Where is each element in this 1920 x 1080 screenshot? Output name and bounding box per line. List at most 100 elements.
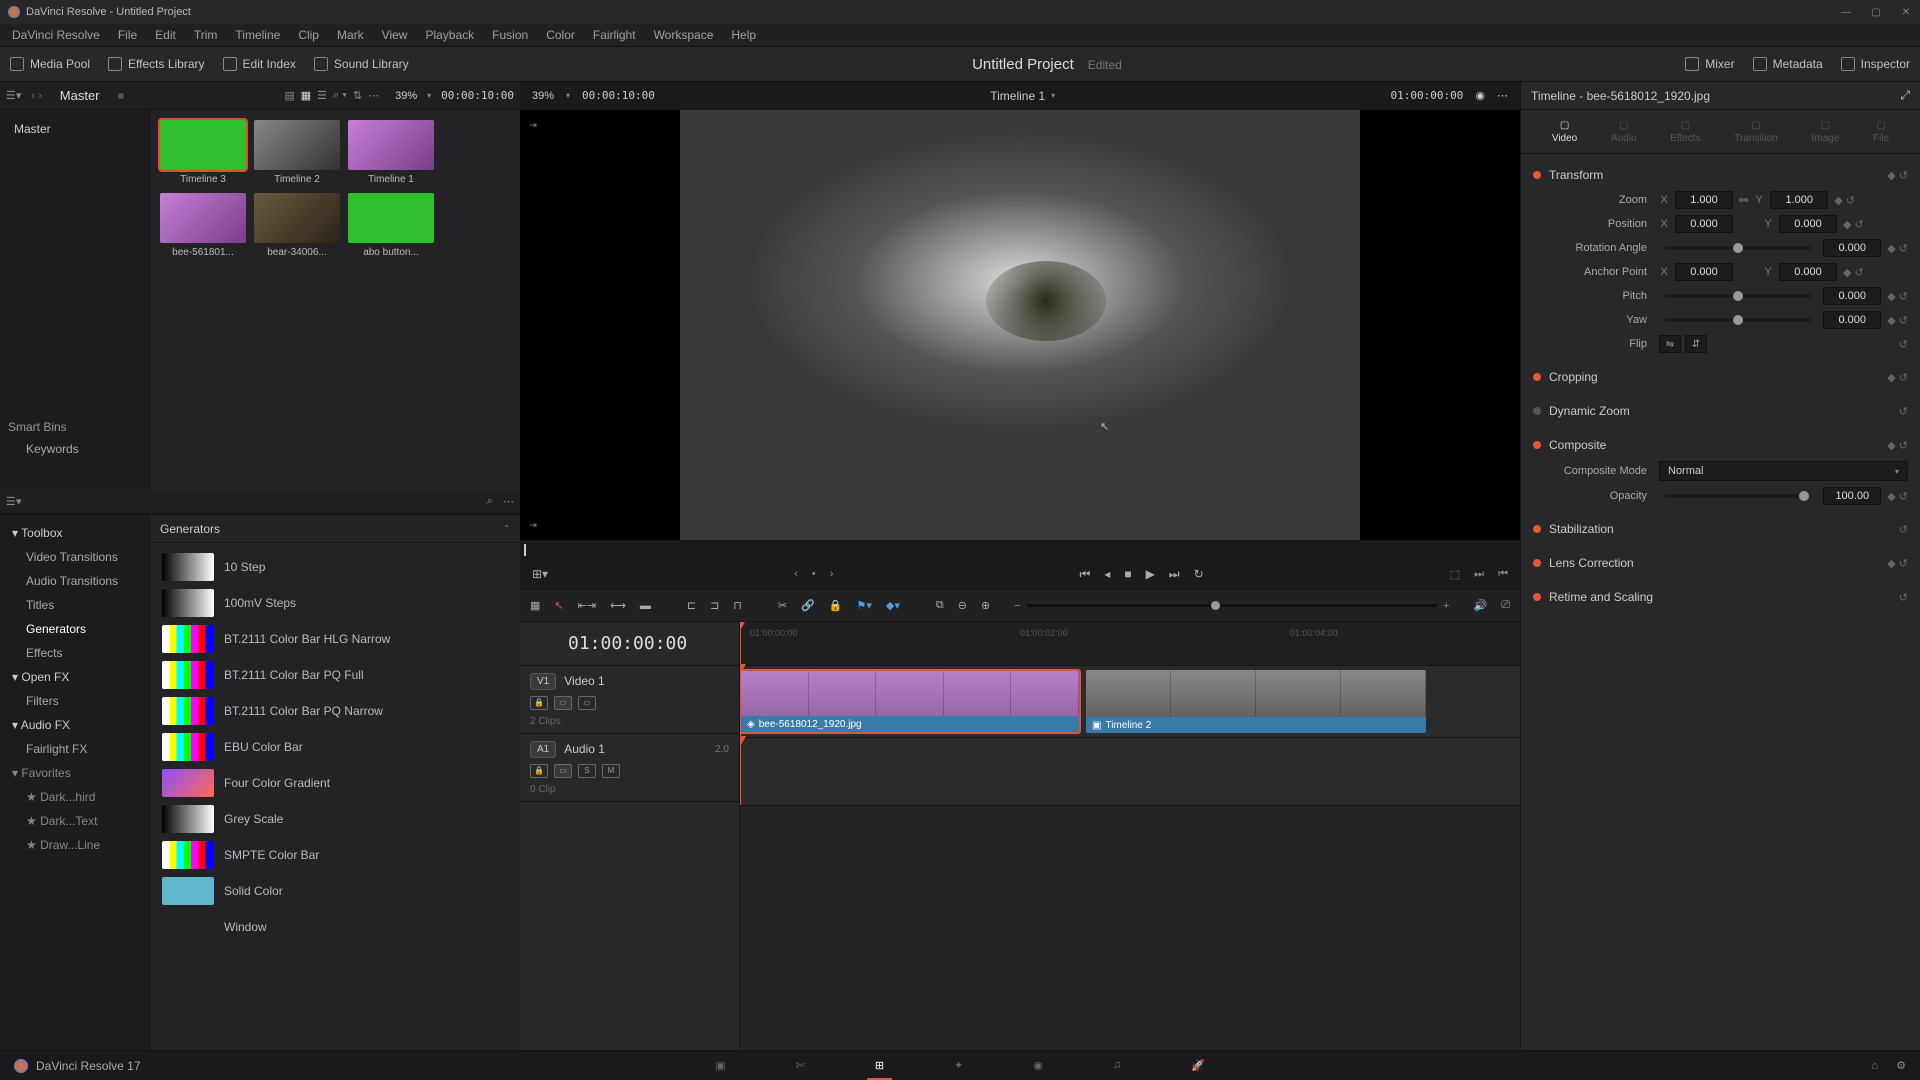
- in-icon[interactable]: ⏮: [1498, 568, 1508, 581]
- inspector-tab-effects[interactable]: ▢Effects: [1670, 120, 1700, 144]
- lens-header[interactable]: Lens Correction◆ ↺: [1533, 550, 1908, 576]
- generator-ebu-color-bar[interactable]: EBU Color Bar: [156, 729, 514, 765]
- generator-smpte-color-bar[interactable]: SMPTE Color Bar: [156, 837, 514, 873]
- zoom-x-input[interactable]: 1.000: [1675, 191, 1733, 209]
- edit-page-tab[interactable]: ⊞: [875, 1059, 884, 1072]
- inspector-tab-video[interactable]: ▢Video: [1552, 120, 1577, 144]
- step-back-icon[interactable]: ◂: [1104, 567, 1110, 581]
- menu-playback[interactable]: Playback: [417, 26, 482, 44]
- pos-y-input[interactable]: 0.000: [1779, 215, 1837, 233]
- menu-edit[interactable]: Edit: [147, 26, 184, 44]
- anchor-y-input[interactable]: 0.000: [1779, 263, 1837, 281]
- pos-x-input[interactable]: 0.000: [1675, 215, 1733, 233]
- home-icon[interactable]: ⌂: [1871, 1060, 1878, 1072]
- menu-clip[interactable]: Clip: [290, 26, 327, 44]
- link-icon[interactable]: ⚯: [1739, 194, 1748, 207]
- viewer[interactable]: ⇥ ⇥ ↖: [520, 110, 1520, 540]
- go-end-icon[interactable]: ⏭: [1169, 567, 1180, 582]
- snapping-icon[interactable]: ⧉: [936, 599, 944, 612]
- thumb-bear-34006-[interactable]: bear-34006...: [254, 193, 340, 258]
- fx-tree-audio-fx[interactable]: ▾ Audio FX: [0, 713, 149, 737]
- lock-icon[interactable]: 🔒: [829, 599, 843, 612]
- pitch-slider[interactable]: [1665, 294, 1811, 298]
- yaw-slider[interactable]: [1665, 318, 1811, 322]
- generator-bt-2111-color-bar-pq-narrow[interactable]: BT.2111 Color Bar PQ Narrow: [156, 693, 514, 729]
- fx-view-icon[interactable]: ☰▾: [6, 495, 21, 508]
- step-icon[interactable]: ⇥: [526, 518, 540, 532]
- play-icon[interactable]: ▶: [1146, 567, 1155, 581]
- thumb-abo-button-[interactable]: abo button...: [348, 193, 434, 258]
- stop-icon[interactable]: ■: [1124, 567, 1131, 581]
- inspector-expand-icon[interactable]: ⤢: [1900, 88, 1910, 103]
- trim-tool-icon[interactable]: ⇤⇥: [578, 599, 596, 612]
- fx-tree-video-transitions[interactable]: Video Transitions: [0, 545, 149, 569]
- zoom-y-input[interactable]: 1.000: [1770, 191, 1828, 209]
- edit-index-button[interactable]: Edit Index: [223, 57, 296, 71]
- viewer-timeline-name[interactable]: Timeline 1: [990, 89, 1045, 103]
- menu-fusion[interactable]: Fusion: [484, 26, 536, 44]
- effects-library-button[interactable]: Effects Library: [108, 57, 204, 71]
- close-button[interactable]: ✕: [1900, 6, 1912, 18]
- match-frame-icon[interactable]: ⇥: [526, 118, 540, 132]
- menu-workspace[interactable]: Workspace: [646, 26, 722, 44]
- track-head-a1[interactable]: A1Audio 12.0🔒▭SM0 Clip: [520, 734, 739, 802]
- flip-v-button[interactable]: ⇵: [1685, 335, 1707, 353]
- audio-icon[interactable]: 🔊: [1473, 599, 1487, 612]
- razor-icon[interactable]: ✂: [778, 599, 787, 612]
- zoom-out-icon[interactable]: ⊖: [958, 599, 967, 612]
- insert-mode-icon[interactable]: ⊞▾: [532, 567, 548, 581]
- composite-header[interactable]: Composite◆ ↺: [1533, 432, 1908, 458]
- options-icon[interactable]: ⋯: [368, 89, 379, 102]
- timeline-view-icon[interactable]: ▦: [530, 599, 540, 612]
- link-icon[interactable]: 🔗: [801, 599, 815, 612]
- collapse-icon[interactable]: ⌃: [503, 524, 510, 533]
- prev-edit-icon[interactable]: ‹: [794, 568, 798, 580]
- timeline-ruler[interactable]: 01:00:00:0001:00:02:0001:00:04:0001:00:0…: [740, 622, 1520, 666]
- sound-library-button[interactable]: Sound Library: [314, 57, 409, 71]
- metadata-button[interactable]: Metadata: [1753, 57, 1823, 71]
- stabilization-header[interactable]: Stabilization↺: [1533, 516, 1908, 542]
- overwrite-clip-icon[interactable]: ⊐: [710, 599, 719, 612]
- generator-four-color-gradient[interactable]: Four Color Gradient: [156, 765, 514, 801]
- bin-view-icon[interactable]: ☰▾: [6, 89, 21, 102]
- inspector-button[interactable]: Inspector: [1841, 57, 1910, 71]
- generator-10-step[interactable]: 10 Step: [156, 549, 514, 585]
- transform-header[interactable]: Transform◆ ↺: [1533, 162, 1908, 188]
- fx-tree-dark-hird[interactable]: ★ Dark...hird: [0, 785, 149, 809]
- fx-tree-titles[interactable]: Titles: [0, 593, 149, 617]
- fx-tree-favorites[interactable]: ▾ Favorites: [0, 761, 149, 785]
- playhead[interactable]: [740, 622, 741, 665]
- menu-mark[interactable]: Mark: [329, 26, 372, 44]
- out-icon[interactable]: ⏭: [1474, 568, 1484, 581]
- fx-tree-toolbox[interactable]: ▾ Toolbox: [0, 521, 149, 545]
- fx-options-icon[interactable]: ⋯: [503, 495, 514, 508]
- maximize-button[interactable]: ▢: [1870, 6, 1882, 18]
- composite-mode-select[interactable]: Normal▾: [1659, 461, 1908, 481]
- menu-fairlight[interactable]: Fairlight: [585, 26, 644, 44]
- yaw-input[interactable]: 0.000: [1823, 311, 1881, 329]
- generator-grey-scale[interactable]: Grey Scale: [156, 801, 514, 837]
- fairlight-page-tab[interactable]: ♫: [1113, 1059, 1121, 1072]
- bypass-icon[interactable]: ◉: [1475, 89, 1485, 102]
- dynamic-trim-icon[interactable]: ⟷: [610, 599, 626, 612]
- insert-clip-icon[interactable]: ⊏: [687, 599, 696, 612]
- generator-100mv-steps[interactable]: 100mV Steps: [156, 585, 514, 621]
- marker-icon[interactable]: ◆▾: [886, 599, 900, 612]
- fx-tree-generators[interactable]: Generators: [0, 617, 149, 641]
- overwrite-icon[interactable]: ⬚: [1450, 568, 1460, 581]
- deliver-page-tab[interactable]: 🚀: [1191, 1059, 1205, 1072]
- audio-track-lane[interactable]: [740, 738, 1520, 806]
- next-edit-icon[interactable]: ›: [830, 568, 834, 580]
- media-pool-button[interactable]: Media Pool: [10, 57, 90, 71]
- menu-timeline[interactable]: Timeline: [227, 26, 288, 44]
- zoom-in-icon[interactable]: ⊕: [981, 599, 990, 612]
- thumb-timeline-2[interactable]: Timeline 2: [254, 120, 340, 185]
- search-icon[interactable]: ⌕ ▾: [333, 89, 347, 102]
- fx-tree-effects[interactable]: Effects: [0, 641, 149, 665]
- pitch-input[interactable]: 0.000: [1823, 287, 1881, 305]
- thumb-view-icon[interactable]: ▦: [301, 89, 311, 102]
- go-start-icon[interactable]: ⏮: [1079, 567, 1090, 582]
- color-page-tab[interactable]: ◉: [1033, 1059, 1043, 1072]
- blade-tool-icon[interactable]: ▬: [640, 600, 651, 612]
- fx-tree-filters[interactable]: Filters: [0, 689, 149, 713]
